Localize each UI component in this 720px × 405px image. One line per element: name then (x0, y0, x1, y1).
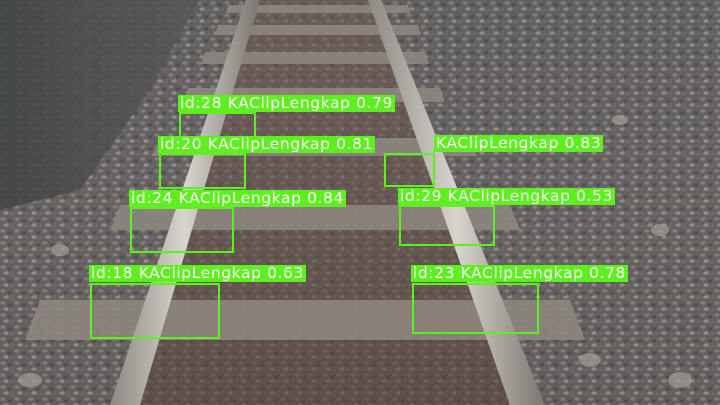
detection-confidence: 0.78 (589, 264, 626, 282)
detection-id: id:18 (91, 264, 134, 282)
detection-id: id:24 (131, 189, 174, 207)
detection-confidence: 0.79 (356, 94, 393, 112)
detection-box (399, 205, 495, 246)
detection-class: KAClipLengkap (178, 189, 302, 207)
detection-box (412, 283, 539, 334)
detection-label: id:20 KAClipLengkap 0.81 (158, 136, 375, 153)
detection-id: id:28 (180, 94, 223, 112)
detection-box (130, 207, 234, 253)
detection-label: id:23 KAClipLengkap 0.78 (411, 265, 628, 282)
detection-label: id:29 KAClipLengkap 0.53 (398, 188, 615, 205)
detection-class: KAClipLengkap (227, 94, 351, 112)
detection-class: KAClipLengkap (138, 264, 262, 282)
detection-box (90, 283, 220, 339)
detection-id: id:20 (160, 135, 203, 153)
detection-id: id:29 (400, 187, 443, 205)
detection-class: KAClipLengkap (207, 135, 331, 153)
detection-class: KAClipLengkap (436, 134, 559, 152)
detection-label: id:28 KAClipLengkap 0.79 (178, 95, 395, 112)
detection-class: KAClipLengkap (460, 264, 584, 282)
detection-confidence: 0.84 (307, 189, 344, 207)
detection-label: id:18 KAClipLengkap 0.63 (89, 265, 306, 282)
detection-box (159, 153, 246, 189)
detection-id: id:23 (413, 264, 456, 282)
detection-label: id:24 KAClipLengkap 0.84 (129, 190, 346, 207)
detection-confidence: 0.83 (564, 134, 602, 152)
detection-label: KAClipLengkap 0.83 (434, 134, 604, 152)
detection-class: KAClipLengkap (447, 187, 571, 205)
detection-confidence: 0.53 (576, 187, 613, 205)
detection-confidence: 0.81 (336, 135, 373, 153)
detection-confidence: 0.63 (267, 264, 304, 282)
detection-box (384, 153, 435, 187)
detection-image: id:28 KAClipLengkap 0.79 id:20 KAClipLen… (0, 0, 720, 405)
